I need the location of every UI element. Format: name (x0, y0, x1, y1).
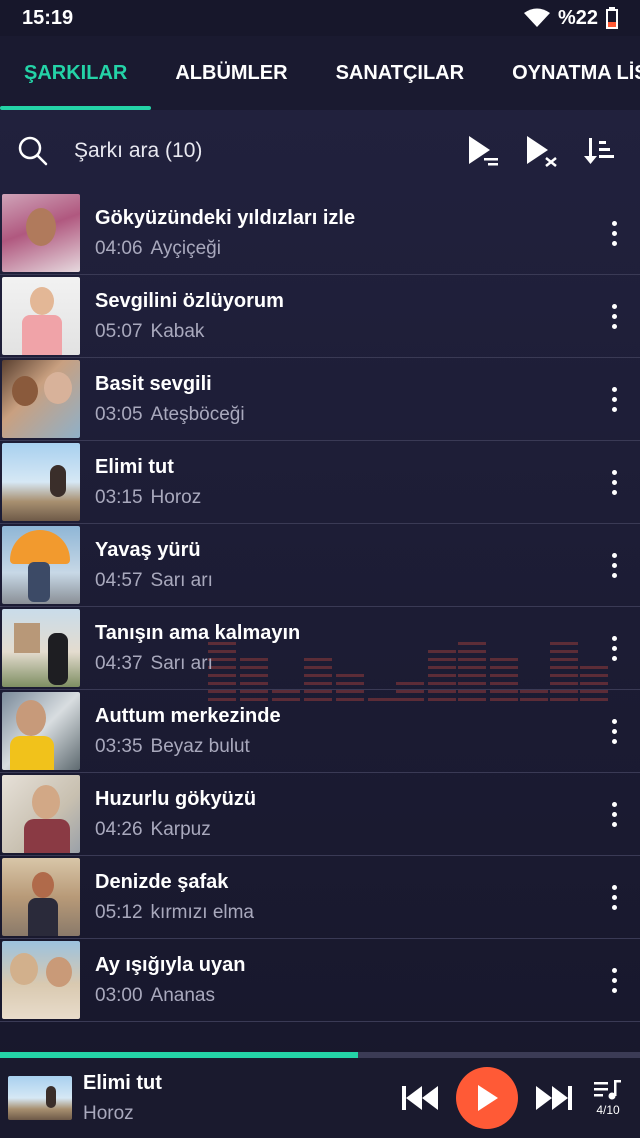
song-row[interactable]: Basit sevgili 03:05 Ateşböceği (0, 358, 640, 441)
search-input[interactable]: Şarkı ara (10) (74, 139, 448, 163)
album-art (2, 692, 80, 770)
song-artist: kırmızı elma (150, 901, 254, 923)
wifi-icon (523, 8, 550, 27)
more-options-icon[interactable] (594, 452, 634, 512)
more-options-icon[interactable] (594, 867, 634, 927)
song-artist: Ateşböceği (150, 403, 245, 425)
now-playing-artist: Horoz (83, 1102, 134, 1124)
song-title: Auttum merkezinde (95, 704, 281, 727)
song-duration: 04:26 (95, 818, 143, 840)
song-title: Elimi tut (95, 455, 174, 478)
more-options-icon[interactable] (594, 535, 634, 595)
song-title: Gökyüzündeki yıldızları izle (95, 206, 356, 229)
album-art (2, 443, 80, 521)
song-row[interactable]: Huzurlu gökyüzü 04:26 Karpuz (0, 773, 640, 856)
more-options-icon[interactable] (594, 203, 634, 263)
search-bar: Şarkı ara (10) (0, 110, 640, 192)
album-art (2, 360, 80, 438)
song-duration: 03:35 (95, 735, 143, 757)
song-duration: 04:57 (95, 569, 143, 591)
queue-button[interactable]: 4/10 (588, 1079, 628, 1117)
more-options-icon[interactable] (594, 618, 634, 678)
play-all-button[interactable] (462, 129, 506, 173)
play-queue-icon (469, 136, 498, 166)
song-row[interactable]: Tanışın ama kalmayın 04:37 Sarı arı (0, 607, 640, 690)
mini-player[interactable]: Elimi tut Horoz 4/10 (0, 1058, 640, 1138)
song-artist: Beyaz bulut (150, 735, 250, 757)
album-art (2, 526, 80, 604)
tab-artists[interactable]: SANATÇILAR (312, 36, 489, 110)
song-duration: 03:05 (95, 403, 143, 425)
tab-bar: ŞARKILAR ALBÜMLER SANATÇILAR OYNATMA LİS… (0, 36, 640, 110)
song-title: Tanışın ama kalmayın (95, 621, 301, 644)
more-options-icon[interactable] (594, 286, 634, 346)
song-row[interactable]: Sevgilini özlüyorum 05:07 Kabak (0, 275, 640, 358)
battery-percent: %22 (557, 6, 598, 29)
song-row[interactable]: Ay ışığıyla uyan 03:00 Ananas (0, 939, 640, 1022)
more-options-icon[interactable] (594, 950, 634, 1010)
play-button[interactable] (456, 1067, 518, 1129)
song-title: Ay ışığıyla uyan (95, 953, 246, 976)
previous-track-icon[interactable] (400, 1083, 440, 1113)
song-row[interactable]: Gökyüzündeki yıldızları izle 04:06 Ayçiçe… (0, 192, 640, 275)
song-duration: 05:12 (95, 901, 143, 923)
search-icon[interactable] (18, 136, 48, 166)
playlist-icon (594, 1079, 621, 1099)
song-row[interactable]: Elimi tut 03:15 Horoz (0, 441, 640, 524)
shuffle-play-button[interactable] (520, 129, 564, 173)
status-time: 15:19 (22, 6, 74, 29)
tab-songs[interactable]: ŞARKILAR (0, 36, 152, 110)
song-row[interactable]: Denizde şafak 05:12 kırmızı elma (0, 856, 640, 939)
song-title: Denizde şafak (95, 870, 229, 893)
now-playing-art (8, 1076, 72, 1120)
song-row[interactable]: Auttum merkezinde 03:35 Beyaz bulut (0, 690, 640, 773)
more-options-icon[interactable] (594, 369, 634, 429)
song-duration: 04:06 (95, 237, 143, 259)
song-duration: 04:37 (95, 652, 143, 674)
shuffle-icon (527, 136, 557, 167)
song-list: Gökyüzündeki yıldızları izle 04:06 Ayçiçe… (0, 192, 640, 1022)
more-options-icon[interactable] (594, 784, 634, 844)
song-artist: Horoz (150, 486, 202, 508)
song-artist: Sarı arı (150, 569, 213, 591)
battery-icon (606, 7, 618, 29)
album-art (2, 609, 80, 687)
play-icon (478, 1085, 498, 1111)
song-artist: Ananas (150, 984, 215, 1006)
song-artist: Kabak (150, 320, 205, 342)
tab-albums[interactable]: ALBÜMLER (151, 36, 311, 110)
song-row[interactable]: Yavaş yürü 04:57 Sarı arı (0, 524, 640, 607)
now-playing-title: Elimi tut (83, 1071, 162, 1094)
more-options-icon[interactable] (594, 701, 634, 761)
sort-icon (584, 138, 614, 164)
album-art (2, 941, 80, 1019)
queue-position: 4/10 (596, 1102, 620, 1117)
song-title: Basit sevgili (95, 372, 212, 395)
song-artist: Karpuz (150, 818, 211, 840)
next-track-icon[interactable] (534, 1083, 574, 1113)
album-art (2, 775, 80, 853)
song-title: Yavaş yürü (95, 538, 201, 561)
album-art (2, 277, 80, 355)
sort-button[interactable] (578, 129, 622, 173)
album-art (2, 194, 80, 272)
song-title: Sevgilini özlüyorum (95, 289, 284, 312)
song-title: Huzurlu gökyüzü (95, 787, 257, 810)
song-duration: 05:07 (95, 320, 143, 342)
song-artist: Ayçiçeği (150, 237, 221, 259)
status-bar: 15:19 %22 (0, 0, 640, 36)
status-icons: %22 (523, 6, 618, 30)
song-artist: Sarı arı (150, 652, 213, 674)
song-duration: 03:15 (95, 486, 143, 508)
song-duration: 03:00 (95, 984, 143, 1006)
album-art (2, 858, 80, 936)
tab-playlists[interactable]: OYNATMA LİSTE (488, 36, 640, 110)
